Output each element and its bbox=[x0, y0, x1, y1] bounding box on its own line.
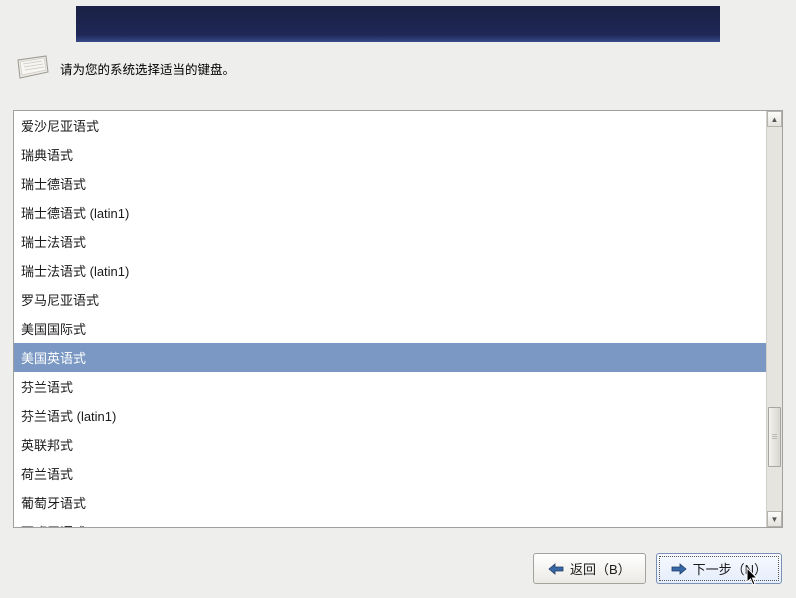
back-button-label: 返回（B） bbox=[570, 559, 631, 578]
back-button[interactable]: 返回（B） bbox=[533, 553, 646, 584]
list-item[interactable]: 西班牙语式 bbox=[14, 517, 766, 527]
keyboard-listbox: 爱沙尼亚语式瑞典语式瑞士德语式瑞士德语式 (latin1)瑞士法语式瑞士法语式 … bbox=[13, 110, 783, 528]
list-item[interactable]: 罗马尼亚语式 bbox=[14, 285, 766, 314]
list-item[interactable]: 瑞典语式 bbox=[14, 140, 766, 169]
scroll-track[interactable] bbox=[767, 127, 782, 511]
button-row: 返回（B） 下一步（N） bbox=[533, 553, 782, 584]
list-item[interactable]: 荷兰语式 bbox=[14, 459, 766, 488]
banner bbox=[76, 6, 720, 42]
scroll-thumb[interactable] bbox=[768, 407, 781, 467]
next-button-label: 下一步（N） bbox=[693, 559, 767, 578]
list-item[interactable]: 芬兰语式 (latin1) bbox=[14, 401, 766, 430]
keyboard-icon bbox=[14, 54, 50, 82]
instruction-row: 请为您的系统选择适当的键盘。 bbox=[14, 50, 235, 86]
instruction-text: 请为您的系统选择适当的键盘。 bbox=[60, 59, 235, 78]
list-item[interactable]: 瑞士法语式 (latin1) bbox=[14, 256, 766, 285]
list-item[interactable]: 爱沙尼亚语式 bbox=[14, 111, 766, 140]
list-item[interactable]: 瑞士法语式 bbox=[14, 227, 766, 256]
list-item[interactable]: 瑞士德语式 bbox=[14, 169, 766, 198]
arrow-right-icon bbox=[671, 562, 687, 576]
list-item[interactable]: 美国国际式 bbox=[14, 314, 766, 343]
scrollbar[interactable]: ▲ ▼ bbox=[766, 111, 782, 527]
list-item[interactable]: 芬兰语式 bbox=[14, 372, 766, 401]
next-button[interactable]: 下一步（N） bbox=[656, 553, 782, 584]
list-item[interactable]: 英联邦式 bbox=[14, 430, 766, 459]
keyboard-list[interactable]: 爱沙尼亚语式瑞典语式瑞士德语式瑞士德语式 (latin1)瑞士法语式瑞士法语式 … bbox=[14, 111, 766, 527]
arrow-left-icon bbox=[548, 562, 564, 576]
scroll-down-button[interactable]: ▼ bbox=[767, 511, 782, 527]
list-item[interactable]: 葡萄牙语式 bbox=[14, 488, 766, 517]
list-item[interactable]: 瑞士德语式 (latin1) bbox=[14, 198, 766, 227]
scroll-up-button[interactable]: ▲ bbox=[767, 111, 782, 127]
list-item[interactable]: 美国英语式 bbox=[14, 343, 766, 372]
